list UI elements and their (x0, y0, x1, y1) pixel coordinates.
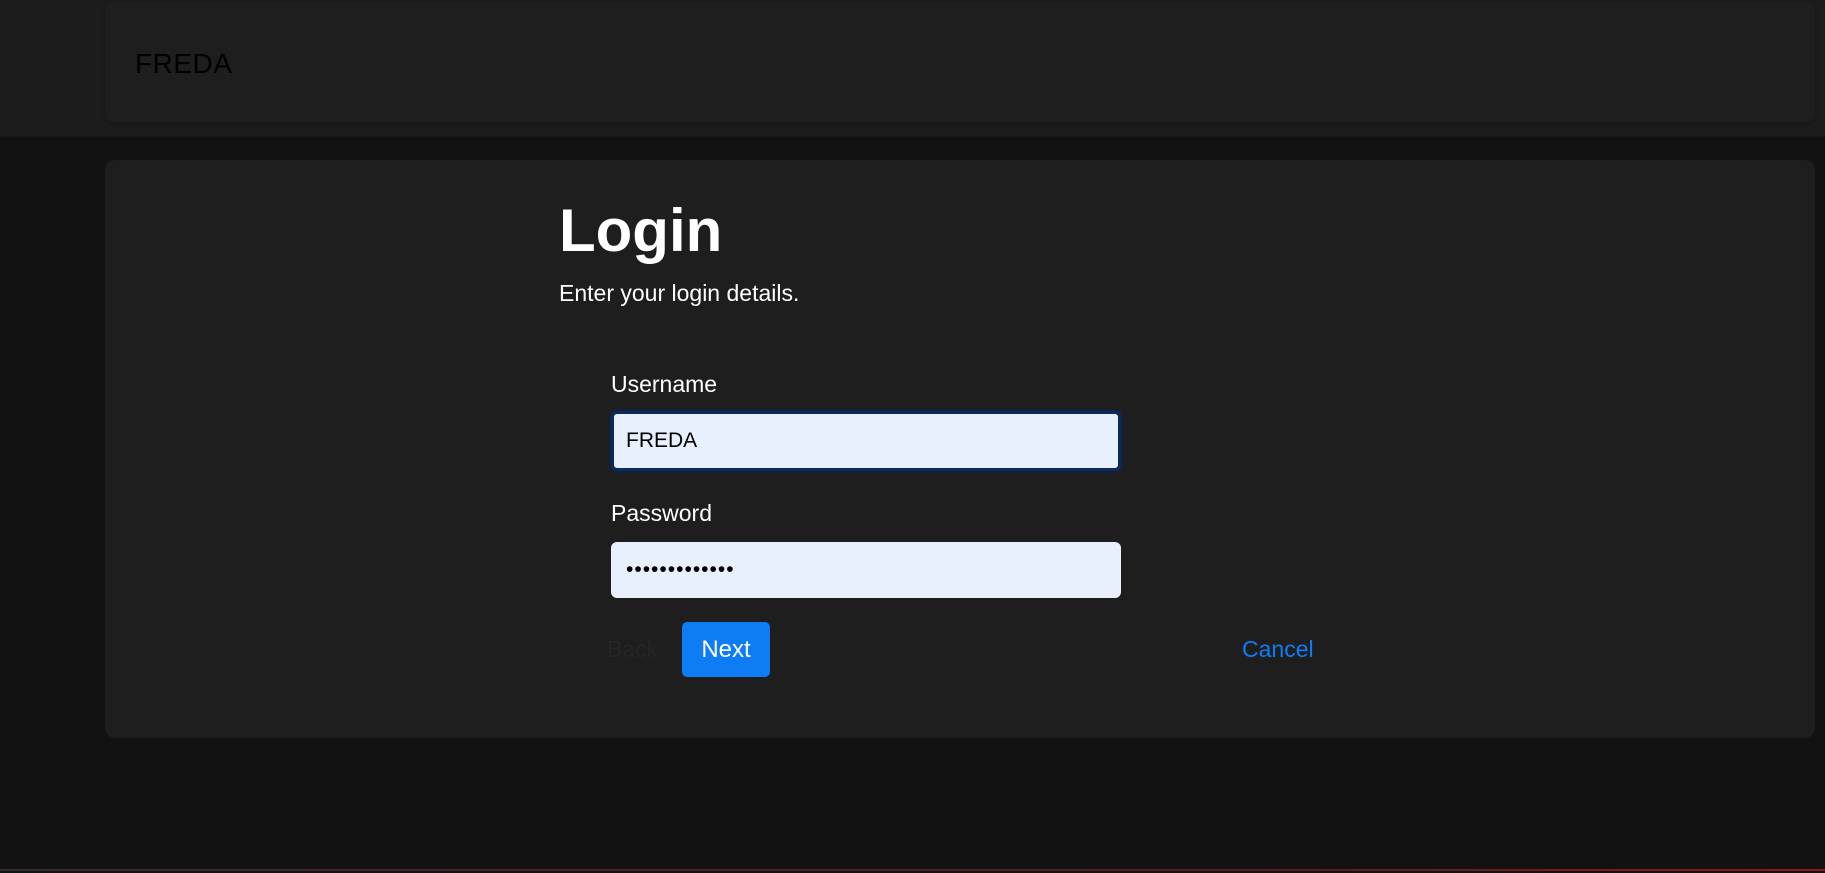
cancel-link[interactable]: Cancel (1242, 636, 1314, 663)
top-navbar (0, 0, 1825, 137)
navbar-container (105, 2, 1815, 122)
page-title: Login (559, 197, 723, 264)
username-input[interactable] (611, 411, 1121, 471)
password-input[interactable] (611, 542, 1121, 598)
bottom-divider (0, 869, 1825, 871)
back-button[interactable]: Back (607, 636, 658, 663)
password-label: Password (611, 500, 712, 526)
username-label: Username (611, 371, 718, 397)
next-button[interactable]: Next (682, 622, 770, 677)
page-subtitle: Enter your login details. (559, 280, 800, 306)
brand-logo[interactable]: FREDA (135, 48, 232, 80)
